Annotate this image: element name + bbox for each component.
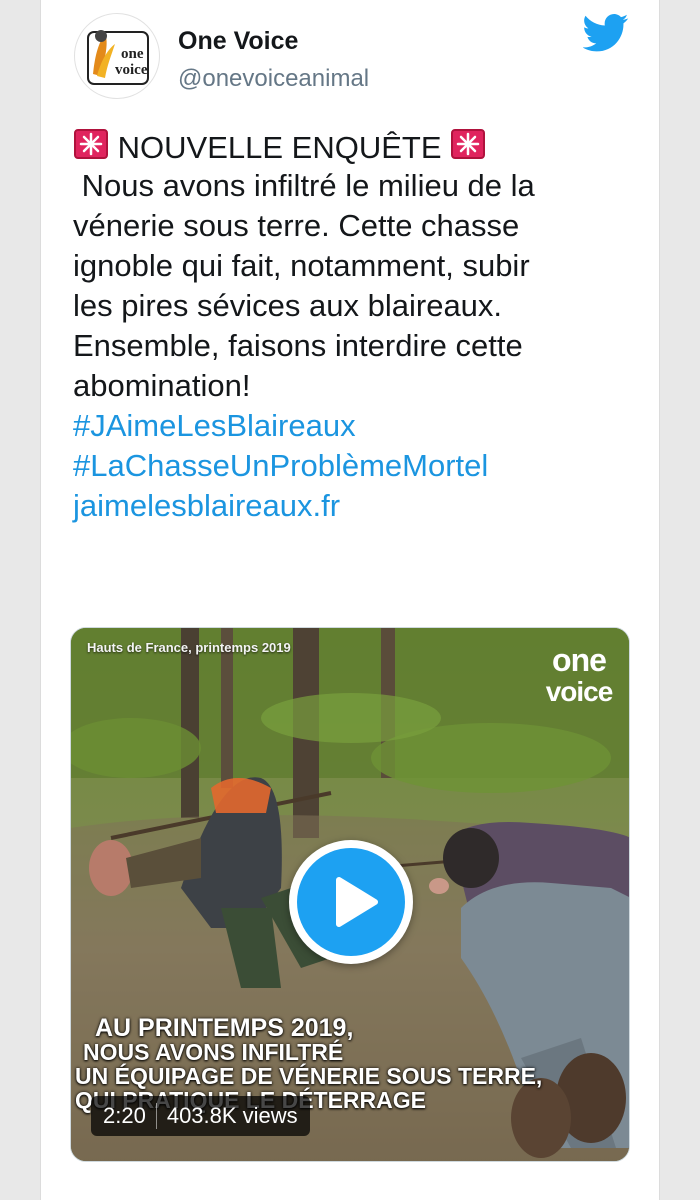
tweet-text-line: les pires sévices aux blaireaux. — [73, 288, 503, 323]
play-icon — [336, 877, 378, 927]
svg-text:voice: voice — [115, 62, 148, 78]
tweet-text-line: abomination! — [73, 368, 251, 403]
headline-text: NOUVELLE ENQUÊTE — [117, 130, 442, 165]
tweet-text-line: vénerie sous terre. Cette chasse — [73, 208, 520, 243]
twitter-bird-icon[interactable] — [582, 13, 629, 53]
video-stats: 2:20 403.8K views — [91, 1096, 310, 1136]
tweet-card: one voice One Voice @onevoiceanimal NOUV… — [40, 0, 660, 1200]
police-siren-icon — [451, 129, 486, 159]
subtitle-line: un équipage de vénerie sous terre, — [75, 1063, 543, 1089]
avatar[interactable]: one voice — [74, 13, 160, 99]
author-name[interactable]: One Voice — [178, 26, 298, 56]
play-button[interactable] — [289, 840, 413, 964]
website-link[interactable]: jaimelesblaireaux.fr — [73, 486, 643, 526]
one-voice-watermark-icon: one voice — [545, 642, 614, 707]
video-player[interactable]: Hauts de France, printemps 2019 one voic… — [70, 627, 630, 1162]
tweet-text-line: Ensemble, faisons interdire cette — [73, 328, 523, 363]
author-handle[interactable]: @onevoiceanimal — [178, 64, 369, 94]
stats-divider — [155, 1103, 157, 1129]
subtitle-line: Au printemps 2019, — [95, 1014, 354, 1042]
tweet-headline: NOUVELLE ENQUÊTE — [73, 126, 643, 166]
tweet-body: NOUVELLE ENQUÊTE Nous avons infiltré le … — [73, 126, 643, 526]
video-duration: 2:20 — [103, 1103, 146, 1128]
subtitle-line: nous avons infiltré — [83, 1039, 344, 1065]
svg-text:one: one — [121, 46, 144, 62]
hashtag-link[interactable]: #LaChasseUnProblèmeMortel — [73, 446, 643, 486]
police-siren-icon — [74, 129, 108, 159]
view-count: 403.8K views — [166, 1103, 298, 1128]
one-voice-logo-icon: one voice — [87, 30, 149, 85]
hashtag-link[interactable]: #JAimeLesBlaireaux — [73, 406, 643, 446]
tweet-text-line: Nous avons infiltré le milieu de la — [73, 168, 535, 203]
tweet-text-line: ignoble qui fait, notamment, subir — [73, 248, 530, 283]
video-location-caption: Hauts de France, printemps 2019 — [87, 640, 291, 655]
